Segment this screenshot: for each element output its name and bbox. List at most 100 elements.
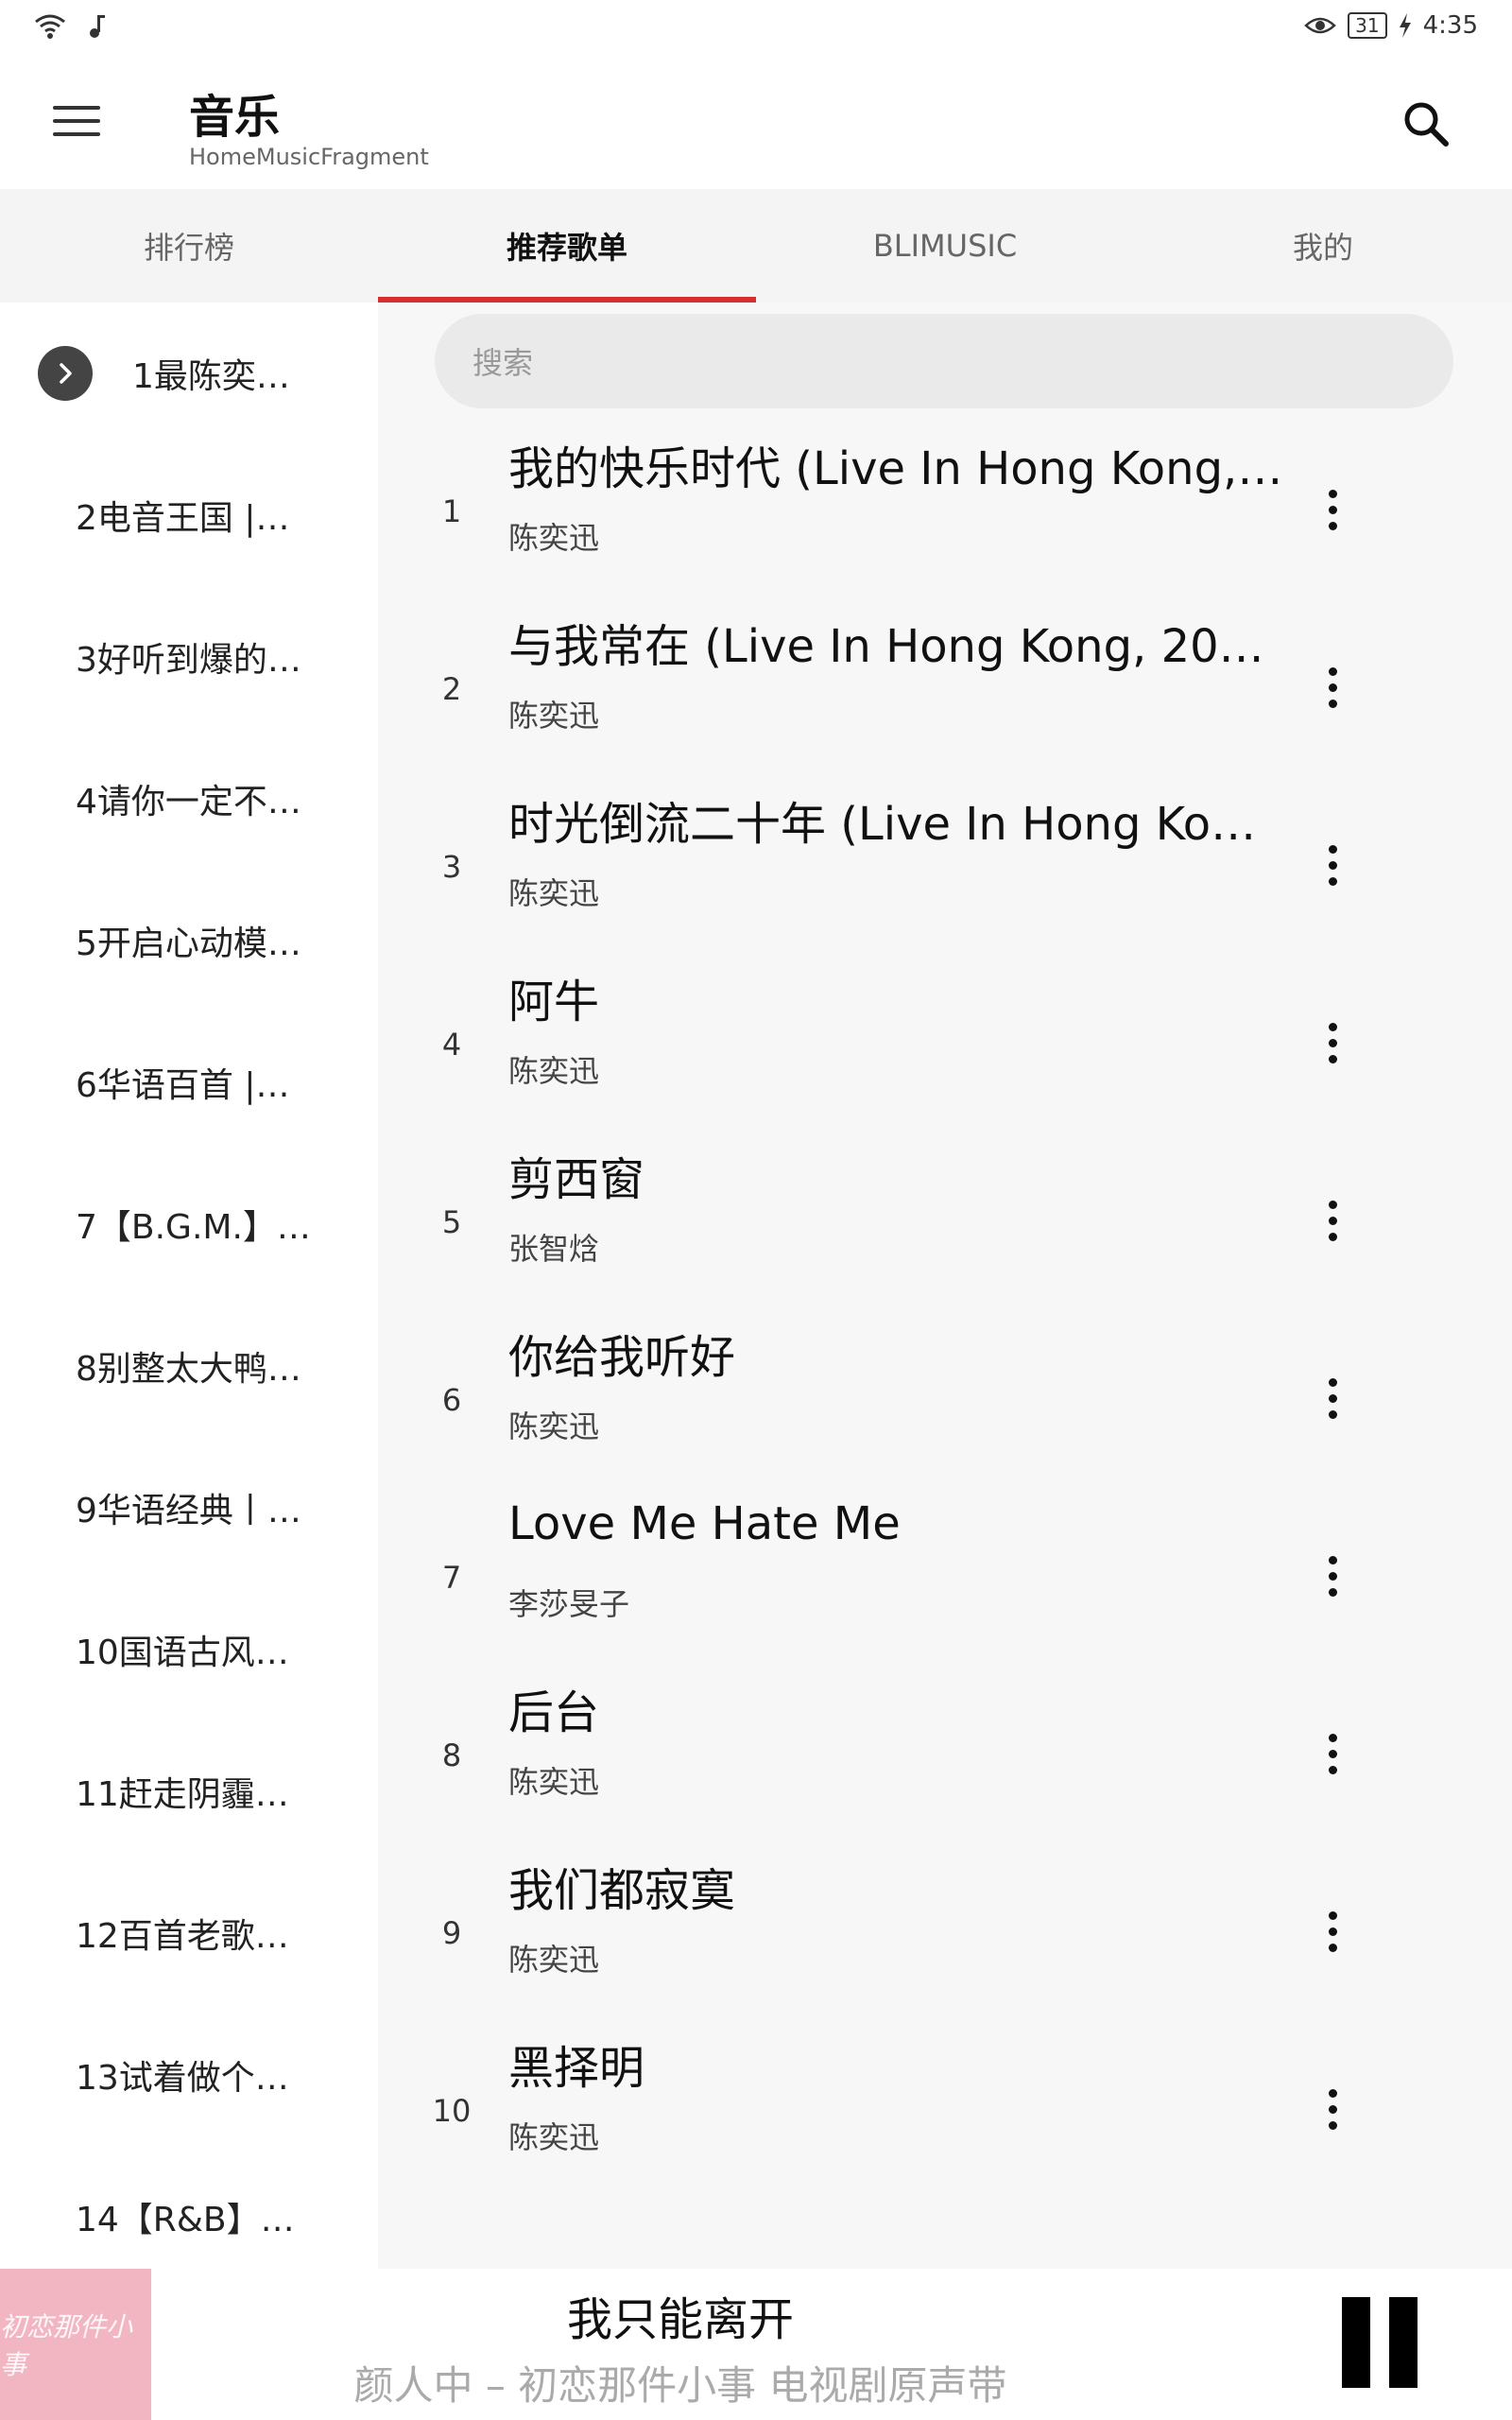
more-options-icon[interactable] bbox=[1304, 1720, 1361, 1787]
status-bar: 31 4:35 bbox=[0, 0, 1512, 57]
mini-player[interactable]: 初恋那件小事 我只能离开 颜人中 – 初恋那件小事 电视剧原声带 bbox=[0, 2269, 1512, 2420]
playlist-label: 4请你一定不… bbox=[76, 783, 301, 821]
playlist-label: 7【B.G.M.】… bbox=[76, 1208, 311, 1247]
cover-art-text: 初恋那件小事 bbox=[0, 2311, 133, 2380]
more-options-icon[interactable] bbox=[1304, 1543, 1361, 1609]
song-row[interactable]: 1 我的快乐时代 (Live In Hong Kong, 20… 陈奕迅 bbox=[378, 420, 1512, 597]
song-row[interactable]: 3 时光倒流二十年 (Live In Hong Kong, … 陈奕迅 bbox=[378, 775, 1512, 953]
playlist-label: 11赶走阴霾… bbox=[76, 1775, 289, 1814]
song-row[interactable]: 10 黑择明 陈奕迅 bbox=[378, 2019, 1512, 2197]
more-options-icon[interactable] bbox=[1304, 2076, 1361, 2142]
wifi-icon bbox=[35, 14, 65, 39]
playlist-item[interactable]: 4请你一定不… bbox=[0, 728, 378, 870]
tab-charts[interactable]: 排行榜 bbox=[0, 189, 378, 302]
song-artist: 陈奕迅 bbox=[508, 1764, 600, 1800]
song-number: 2 bbox=[441, 671, 462, 707]
song-artist: 陈奕迅 bbox=[508, 1942, 600, 1978]
playlist-item[interactable]: 7【B.G.M.】… bbox=[0, 1153, 378, 1295]
battery-indicator: 31 bbox=[1348, 12, 1387, 39]
song-number: 10 bbox=[432, 2093, 472, 2129]
playlist-label: 5开启心动模… bbox=[76, 925, 301, 963]
playlist-label: 10国语古风… bbox=[76, 1634, 289, 1672]
page-subtitle: HomeMusicFragment bbox=[189, 144, 429, 170]
song-number: 6 bbox=[441, 1382, 462, 1418]
tab-bar: 排行榜 推荐歌单 BLIMUSIC 我的 bbox=[0, 189, 1512, 302]
song-artist: 张智焓 bbox=[508, 1231, 600, 1267]
song-title: 你给我听好 bbox=[508, 1331, 736, 1384]
tab-mine[interactable]: 我的 bbox=[1134, 189, 1512, 302]
playlist-label: 2电音王国 |… bbox=[76, 499, 290, 538]
music-note-icon bbox=[90, 15, 105, 38]
now-playing-subtitle: 颜人中 – 初恋那件小事 电视剧原声带 bbox=[353, 2362, 1007, 2409]
song-title: 黑择明 bbox=[508, 2042, 645, 2095]
song-artist: 陈奕迅 bbox=[508, 1053, 600, 1089]
pause-icon bbox=[1342, 2297, 1370, 2388]
song-number: 9 bbox=[441, 1915, 462, 1951]
song-artist: 陈奕迅 bbox=[508, 2119, 600, 2155]
eye-icon bbox=[1304, 17, 1336, 34]
song-number: 3 bbox=[441, 849, 462, 885]
playlist-sidebar[interactable]: 1最陈奕… 2电音王国 |… 3好听到爆的… 4请你一定不… 5开启心动模… 6… bbox=[0, 302, 378, 2269]
more-options-icon[interactable] bbox=[1304, 832, 1361, 898]
clock: 4:35 bbox=[1422, 11, 1478, 40]
playlist-label: 6华语百首 |… bbox=[76, 1066, 290, 1105]
playlist-label: 13试着做个… bbox=[76, 2059, 289, 2098]
song-row[interactable]: 7 Love Me Hate Me 李莎旻子 bbox=[378, 1486, 1512, 1664]
menu-button[interactable] bbox=[53, 95, 115, 147]
playlist-item[interactable]: 2电音王国 |… bbox=[0, 444, 378, 586]
playlist-item[interactable]: 12百首老歌… bbox=[0, 1862, 378, 2004]
song-list-panel[interactable]: 搜索 1 我的快乐时代 (Live In Hong Kong, 20… 陈奕迅 … bbox=[378, 302, 1512, 2269]
playlist-item[interactable]: 14【R&B】… bbox=[0, 2146, 378, 2269]
playlist-item[interactable]: 5开启心动模… bbox=[0, 870, 378, 1011]
tab-recommended-playlists[interactable]: 推荐歌单 bbox=[378, 189, 756, 302]
playlist-item[interactable]: 6华语百首 |… bbox=[0, 1011, 378, 1153]
playlist-item[interactable]: 3好听到爆的… bbox=[0, 586, 378, 728]
app-bar: 音乐 HomeMusicFragment bbox=[0, 57, 1512, 189]
song-row[interactable]: 4 阿牛 陈奕迅 bbox=[378, 953, 1512, 1131]
status-left-icons bbox=[34, 13, 106, 40]
playlist-label: 1最陈奕… bbox=[132, 357, 290, 396]
song-number: 8 bbox=[441, 1737, 462, 1773]
song-artist: 陈奕迅 bbox=[508, 698, 600, 734]
pause-button[interactable] bbox=[1342, 2297, 1418, 2388]
search-input[interactable]: 搜索 bbox=[435, 314, 1453, 408]
song-title: 时光倒流二十年 (Live In Hong Kong, … bbox=[508, 798, 1283, 851]
song-artist: 陈奕迅 bbox=[508, 520, 600, 556]
song-artist: 陈奕迅 bbox=[508, 875, 600, 911]
song-title: 剪西窗 bbox=[508, 1153, 645, 1206]
playlist-item[interactable]: 13试着做个… bbox=[0, 2004, 378, 2146]
playlist-label: 8别整太大鸭… bbox=[76, 1350, 301, 1389]
charging-icon bbox=[1399, 13, 1411, 38]
playlist-label: 9华语经典丨… bbox=[76, 1492, 301, 1530]
song-number: 5 bbox=[441, 1204, 462, 1240]
album-cover[interactable]: 初恋那件小事 bbox=[0, 2269, 151, 2420]
song-title: 我的快乐时代 (Live In Hong Kong, 20… bbox=[508, 442, 1283, 495]
more-options-icon[interactable] bbox=[1304, 1010, 1361, 1076]
chevron-right-icon bbox=[38, 346, 93, 401]
song-row[interactable]: 8 后台 陈奕迅 bbox=[378, 1664, 1512, 1841]
playlist-item[interactable]: 1最陈奕… bbox=[0, 302, 378, 444]
playlist-item[interactable]: 8别整太大鸭… bbox=[0, 1295, 378, 1437]
playlist-item[interactable]: 11赶走阴霾… bbox=[0, 1720, 378, 1862]
search-button[interactable] bbox=[1399, 96, 1455, 153]
more-options-icon[interactable] bbox=[1304, 476, 1361, 543]
playlist-item[interactable]: 10国语古风… bbox=[0, 1579, 378, 1720]
song-artist: 李莎旻子 bbox=[508, 1586, 630, 1622]
more-options-icon[interactable] bbox=[1304, 1898, 1361, 1964]
playlist-label: 14【R&B】… bbox=[76, 2201, 295, 2239]
more-options-icon[interactable] bbox=[1304, 1187, 1361, 1253]
page-title: 音乐 bbox=[189, 91, 281, 144]
now-playing-title: 我只能离开 bbox=[566, 2293, 794, 2346]
song-row[interactable]: 6 你给我听好 陈奕迅 bbox=[378, 1308, 1512, 1486]
more-options-icon[interactable] bbox=[1304, 654, 1361, 720]
playlist-item[interactable]: 9华语经典丨… bbox=[0, 1437, 378, 1579]
song-number: 7 bbox=[441, 1560, 462, 1596]
more-options-icon[interactable] bbox=[1304, 1365, 1361, 1431]
song-row[interactable]: 5 剪西窗 张智焓 bbox=[378, 1131, 1512, 1308]
song-number: 4 bbox=[441, 1027, 462, 1063]
song-number: 1 bbox=[441, 493, 462, 529]
song-row[interactable]: 2 与我常在 (Live In Hong Kong, 2013) 陈奕迅 bbox=[378, 597, 1512, 775]
song-row[interactable]: 9 我们都寂寞 陈奕迅 bbox=[378, 1841, 1512, 2019]
tab-blimusic[interactable]: BLIMUSIC bbox=[756, 189, 1134, 302]
search-icon bbox=[1404, 102, 1449, 147]
